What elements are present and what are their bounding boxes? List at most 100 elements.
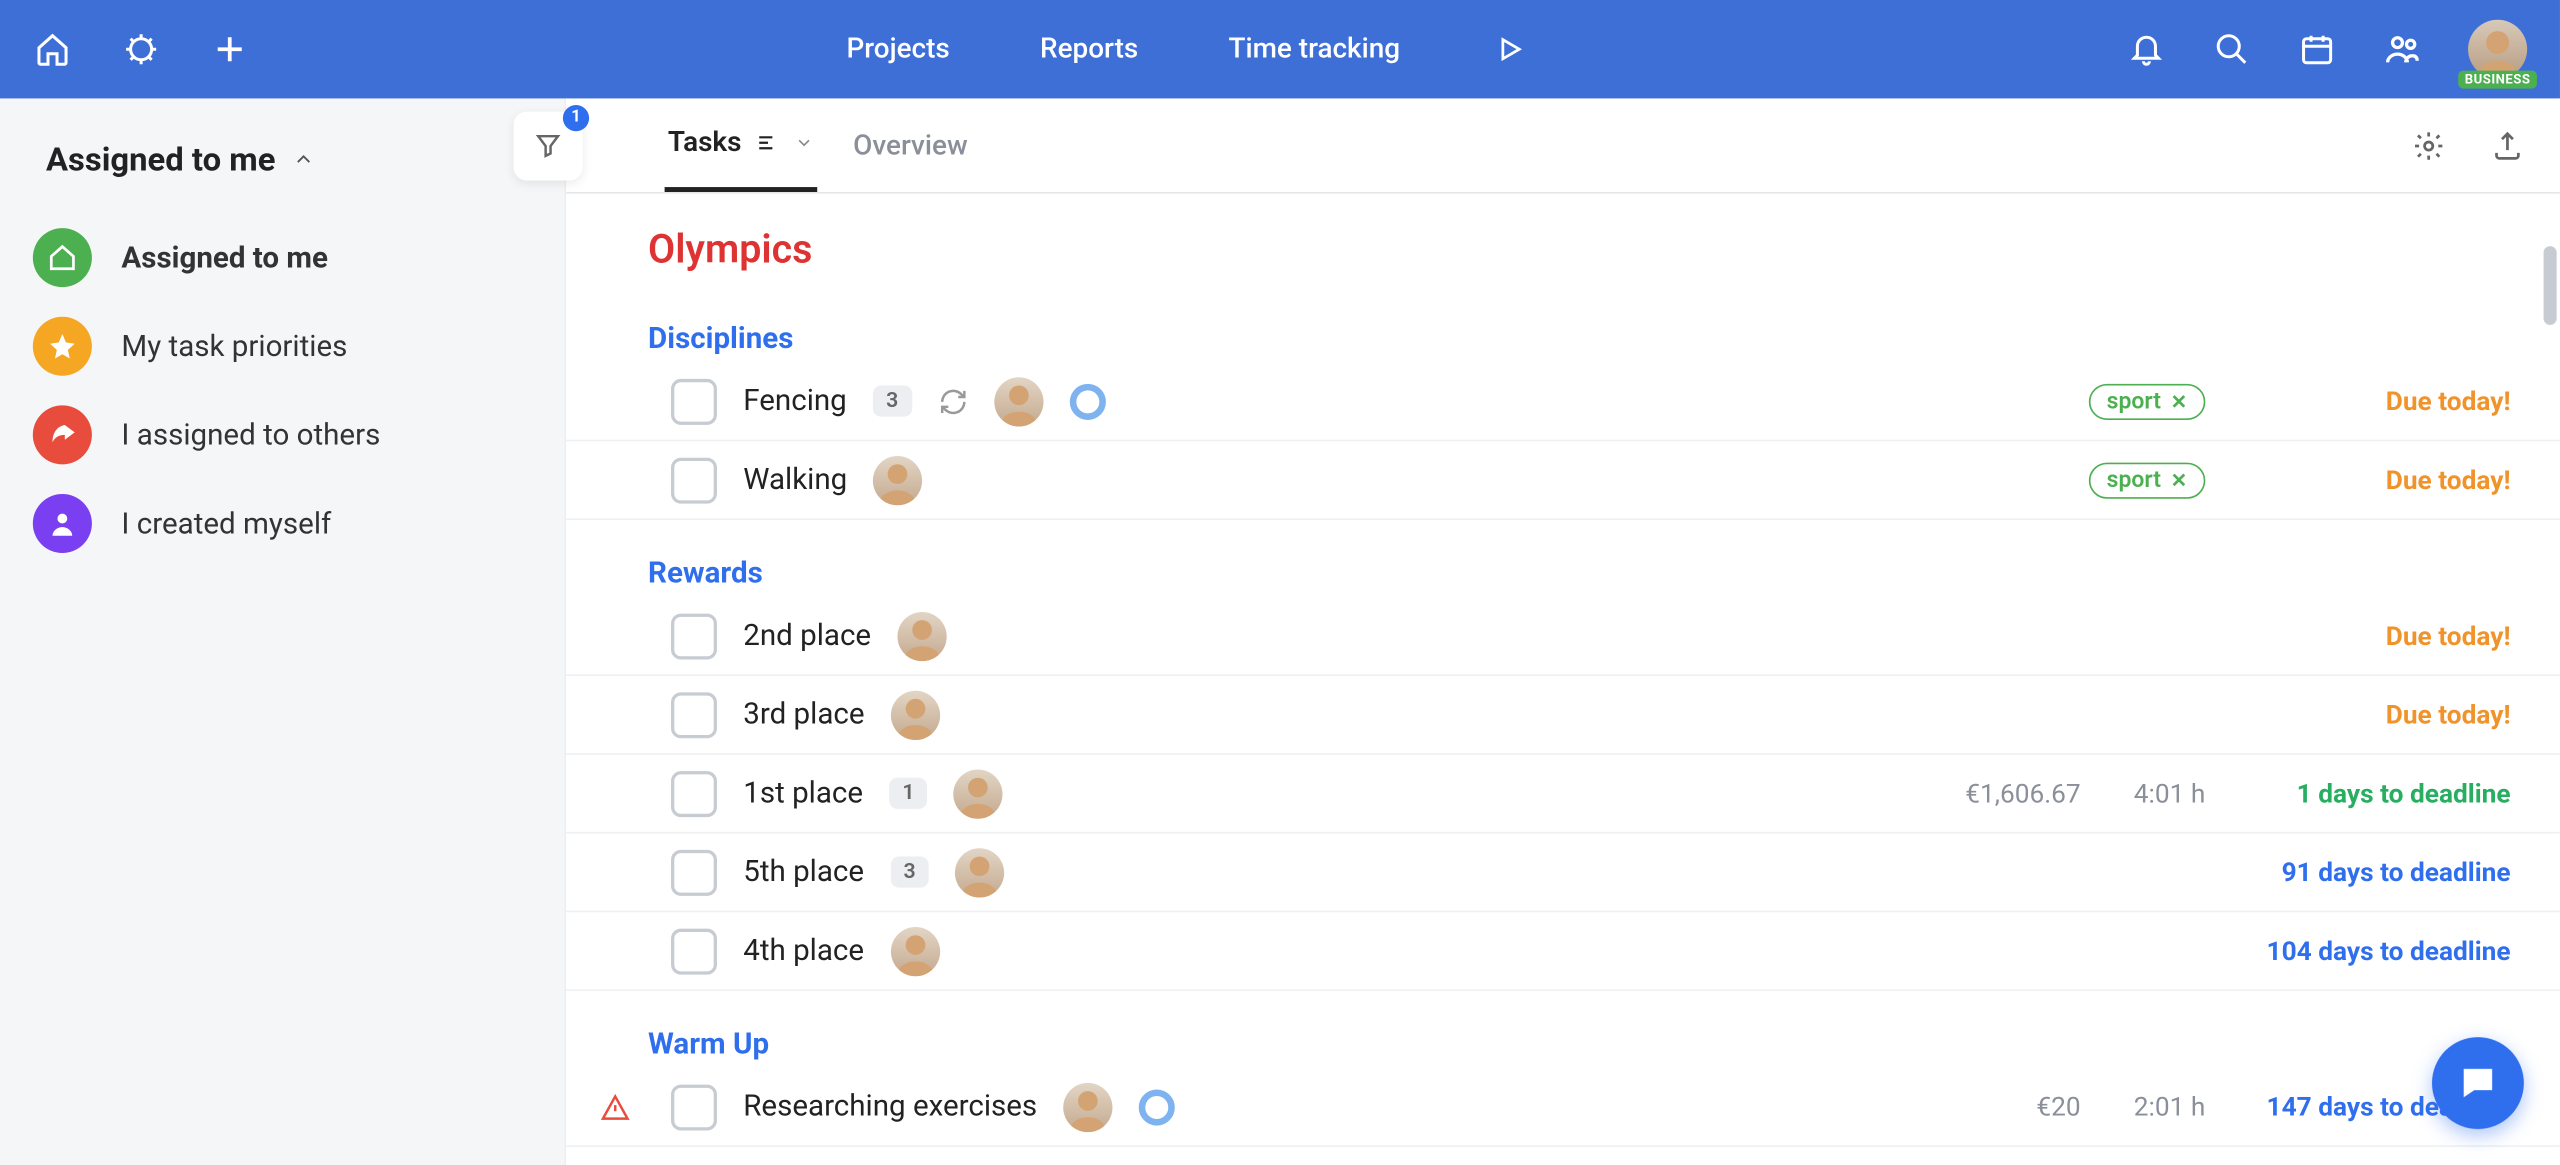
section-title[interactable]: Disciplines xyxy=(566,286,2560,363)
assignee-avatar[interactable] xyxy=(897,611,946,660)
filter-count-badge: 1 xyxy=(563,104,589,130)
task-checkbox[interactable] xyxy=(671,770,717,816)
tab-label: Tasks xyxy=(668,126,742,159)
filter-button[interactable]: 1 xyxy=(514,111,583,180)
task-time: 2:01 h xyxy=(2107,1091,2205,1122)
task-time: 4:01 h xyxy=(2107,778,2205,809)
sidebar-item-assigned-to-me[interactable]: Assigned to me xyxy=(33,228,532,287)
task-row[interactable]: Fencing 3 sport ✕ Due today! xyxy=(566,363,2560,442)
assignee-avatar[interactable] xyxy=(994,377,1043,426)
task-row[interactable]: 2nd place Due today! xyxy=(566,597,2560,676)
task-name: 3rd place xyxy=(743,697,864,731)
chevron-down-icon xyxy=(794,133,814,153)
task-cost: €1,606.67 xyxy=(1933,778,2081,809)
plus-icon[interactable] xyxy=(210,30,249,69)
tag-pill[interactable]: sport ✕ xyxy=(2089,462,2206,498)
sidebar-title: Assigned to me xyxy=(46,139,275,178)
search-icon[interactable] xyxy=(2212,30,2251,69)
task-checkbox[interactable] xyxy=(671,1084,717,1130)
tag-label: sport xyxy=(2107,388,2161,414)
tab-overview[interactable]: Overview xyxy=(850,98,971,192)
chat-fab[interactable] xyxy=(2432,1037,2524,1129)
plan-badge: BUSINESS xyxy=(2458,71,2537,89)
assignee-avatar[interactable] xyxy=(891,690,940,739)
subtask-count: 1 xyxy=(889,778,927,809)
sidebar-item-created-myself[interactable]: I created myself xyxy=(33,494,532,553)
task-row[interactable]: 3rd place Due today! xyxy=(566,676,2560,755)
task-deadline: 1 days to deadline xyxy=(2232,778,2511,809)
calendar-icon[interactable] xyxy=(2297,30,2336,69)
project-title[interactable]: Olympics xyxy=(566,210,2560,285)
sidebar-item-label: I assigned to others xyxy=(121,418,380,452)
task-deadline: Due today! xyxy=(2232,699,2511,730)
task-checkbox[interactable] xyxy=(671,692,717,738)
task-name: Walking xyxy=(743,463,847,497)
section-title[interactable]: Warm Up xyxy=(566,991,2560,1068)
settings-wheel-icon[interactable] xyxy=(121,30,160,69)
task-name: Fencing xyxy=(743,384,847,418)
assignee-avatar[interactable] xyxy=(954,769,1003,818)
assignee-avatar[interactable] xyxy=(890,926,939,975)
sidebar-heading[interactable]: Assigned to me xyxy=(33,139,532,178)
tag-remove-icon[interactable]: ✕ xyxy=(2171,469,2188,492)
share-arrow-icon xyxy=(33,405,92,464)
repeat-icon xyxy=(938,386,968,416)
sidebar: Assigned to me Assigned to me My task pr… xyxy=(0,98,566,1165)
progress-circle-icon xyxy=(1139,1089,1175,1125)
task-cost: €20 xyxy=(1933,1091,2081,1122)
gear-icon[interactable] xyxy=(2409,126,2448,165)
task-deadline: Due today! xyxy=(2232,620,2511,651)
sidebar-item-label: Assigned to me xyxy=(121,240,328,274)
task-name: Researching exercises xyxy=(743,1090,1037,1124)
user-avatar[interactable]: BUSINESS xyxy=(2468,20,2527,79)
topbar: Projects Reports Time tracking BUSINESS xyxy=(0,0,2560,98)
funnel-icon xyxy=(533,130,563,160)
star-icon xyxy=(33,317,92,376)
nav-projects[interactable]: Projects xyxy=(846,33,949,66)
tag-remove-icon[interactable]: ✕ xyxy=(2171,390,2188,413)
nav-time-tracking[interactable]: Time tracking xyxy=(1228,33,1400,66)
assignee-avatar[interactable] xyxy=(874,455,923,504)
task-row[interactable]: 1st place 1 €1,606.67 4:01 h 1 days to deadl… xyxy=(566,755,2560,834)
task-deadline: Due today! xyxy=(2232,464,2511,495)
task-deadline: Due today! xyxy=(2232,386,2511,417)
subtask-count: 3 xyxy=(873,386,911,417)
task-name: 2nd place xyxy=(743,619,871,653)
task-deadline: 104 days to deadline xyxy=(2232,935,2511,966)
bell-icon[interactable] xyxy=(2127,30,2166,69)
scrollbar-thumb[interactable] xyxy=(2544,246,2557,325)
section-title[interactable]: Rewards xyxy=(566,520,2560,597)
tag-pill[interactable]: sport ✕ xyxy=(2089,383,2206,419)
assignee-avatar[interactable] xyxy=(955,848,1004,897)
play-icon[interactable] xyxy=(1490,30,1529,69)
people-icon[interactable] xyxy=(2383,30,2422,69)
export-icon[interactable] xyxy=(2488,126,2527,165)
task-row[interactable]: Walking sport ✕ Due today! xyxy=(566,441,2560,520)
task-name: 5th place xyxy=(743,855,864,889)
task-row[interactable]: 4th place 104 days to deadline xyxy=(566,912,2560,991)
task-name: 1st place xyxy=(743,776,863,810)
assignee-avatar[interactable] xyxy=(1064,1082,1113,1131)
home-icon[interactable] xyxy=(33,30,72,69)
tab-tasks[interactable]: Tasks xyxy=(665,98,817,192)
sidebar-item-my-priorities[interactable]: My task priorities xyxy=(33,317,532,376)
task-checkbox[interactable] xyxy=(671,378,717,424)
subtask-count: 3 xyxy=(890,857,928,888)
task-checkbox[interactable] xyxy=(671,849,717,895)
task-content: Olympics Disciplines Fencing 3 sport ✕ Due to… xyxy=(566,194,2560,1165)
list-adjust-icon xyxy=(755,130,781,156)
tag-label: sport xyxy=(2107,467,2161,493)
task-deadline: 91 days to deadline xyxy=(2232,857,2511,888)
sidebar-item-label: My task priorities xyxy=(121,329,347,363)
task-checkbox[interactable] xyxy=(671,457,717,503)
sidebar-item-assigned-to-others[interactable]: I assigned to others xyxy=(33,405,532,464)
alert-icon xyxy=(599,1092,632,1122)
task-name: 4th place xyxy=(743,934,864,968)
person-icon xyxy=(33,494,92,553)
task-row[interactable]: 5th place 3 91 days to deadline xyxy=(566,834,2560,913)
home-small-icon xyxy=(33,228,92,287)
nav-reports[interactable]: Reports xyxy=(1040,33,1138,66)
task-row[interactable]: Researching exercises€202:01 h147 days t… xyxy=(566,1068,2560,1147)
task-checkbox[interactable] xyxy=(671,613,717,659)
task-checkbox[interactable] xyxy=(671,928,717,974)
